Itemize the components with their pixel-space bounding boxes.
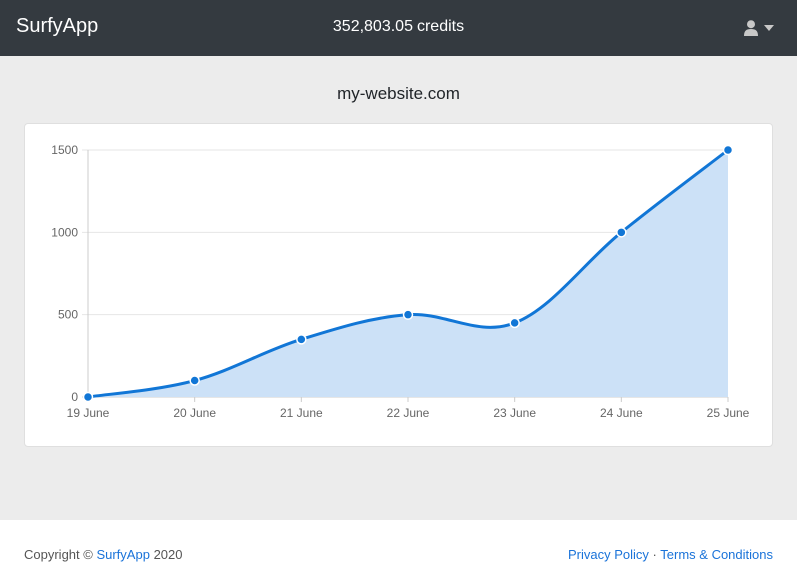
caret-down-icon — [764, 25, 774, 31]
credits-display: 352,803.05 credits — [0, 18, 797, 36]
data-point-20-june — [189, 375, 200, 386]
user-menu-toggle[interactable] — [744, 18, 774, 38]
traffic-chart: 0 500 1000 1500 19 June 20 June 21 June 22 June… — [51, 143, 750, 420]
copyright-prefix: Copyright © — [24, 547, 93, 562]
x-tick-label: 23 June — [493, 406, 536, 420]
data-point-24-june — [616, 227, 627, 238]
x-tick-label: 24 June — [600, 406, 643, 420]
chart-card: 0 500 1000 1500 19 June 20 June 21 June 22 June… — [24, 123, 773, 447]
x-tick-label: 20 June — [173, 406, 216, 420]
credits-label: credits — [416, 18, 465, 35]
user-icon — [744, 20, 758, 36]
data-point-21-june — [296, 334, 307, 345]
copyright-year: 2020 — [153, 547, 183, 562]
privacy-policy-link[interactable]: Privacy Policy — [568, 547, 649, 562]
terms-link[interactable]: Terms & Conditions — [660, 547, 773, 562]
y-tick-label: 0 — [71, 390, 78, 404]
y-tick-label: 500 — [58, 308, 78, 322]
copyright: Copyright © SurfyApp 2020 — [24, 547, 182, 562]
x-tick-label: 19 June — [67, 406, 110, 420]
copyright-brand-link[interactable]: SurfyApp — [96, 547, 149, 562]
series-area — [88, 150, 728, 397]
site-title: my-website.com — [337, 84, 460, 103]
data-point-23-june — [509, 317, 520, 329]
credits-value: 352,803.05 — [332, 18, 413, 35]
footer-links: Privacy Policy · Terms & Conditions — [568, 547, 773, 562]
y-tick-label: 1500 — [51, 143, 78, 157]
data-point-19-june — [82, 391, 94, 403]
data-point-25-june — [722, 144, 734, 156]
footer-separator: · — [652, 547, 657, 562]
footer: Copyright © SurfyApp 2020 Privacy Policy… — [0, 520, 797, 587]
y-tick-label: 1000 — [51, 225, 78, 239]
navbar: SurfyApp 352,803.05 credits — [0, 0, 797, 56]
x-tick-label: 25 June — [707, 406, 750, 420]
x-tick-label: 21 June — [280, 406, 323, 420]
data-point-22-june — [402, 309, 414, 320]
x-tick-label: 22 June — [387, 406, 430, 420]
